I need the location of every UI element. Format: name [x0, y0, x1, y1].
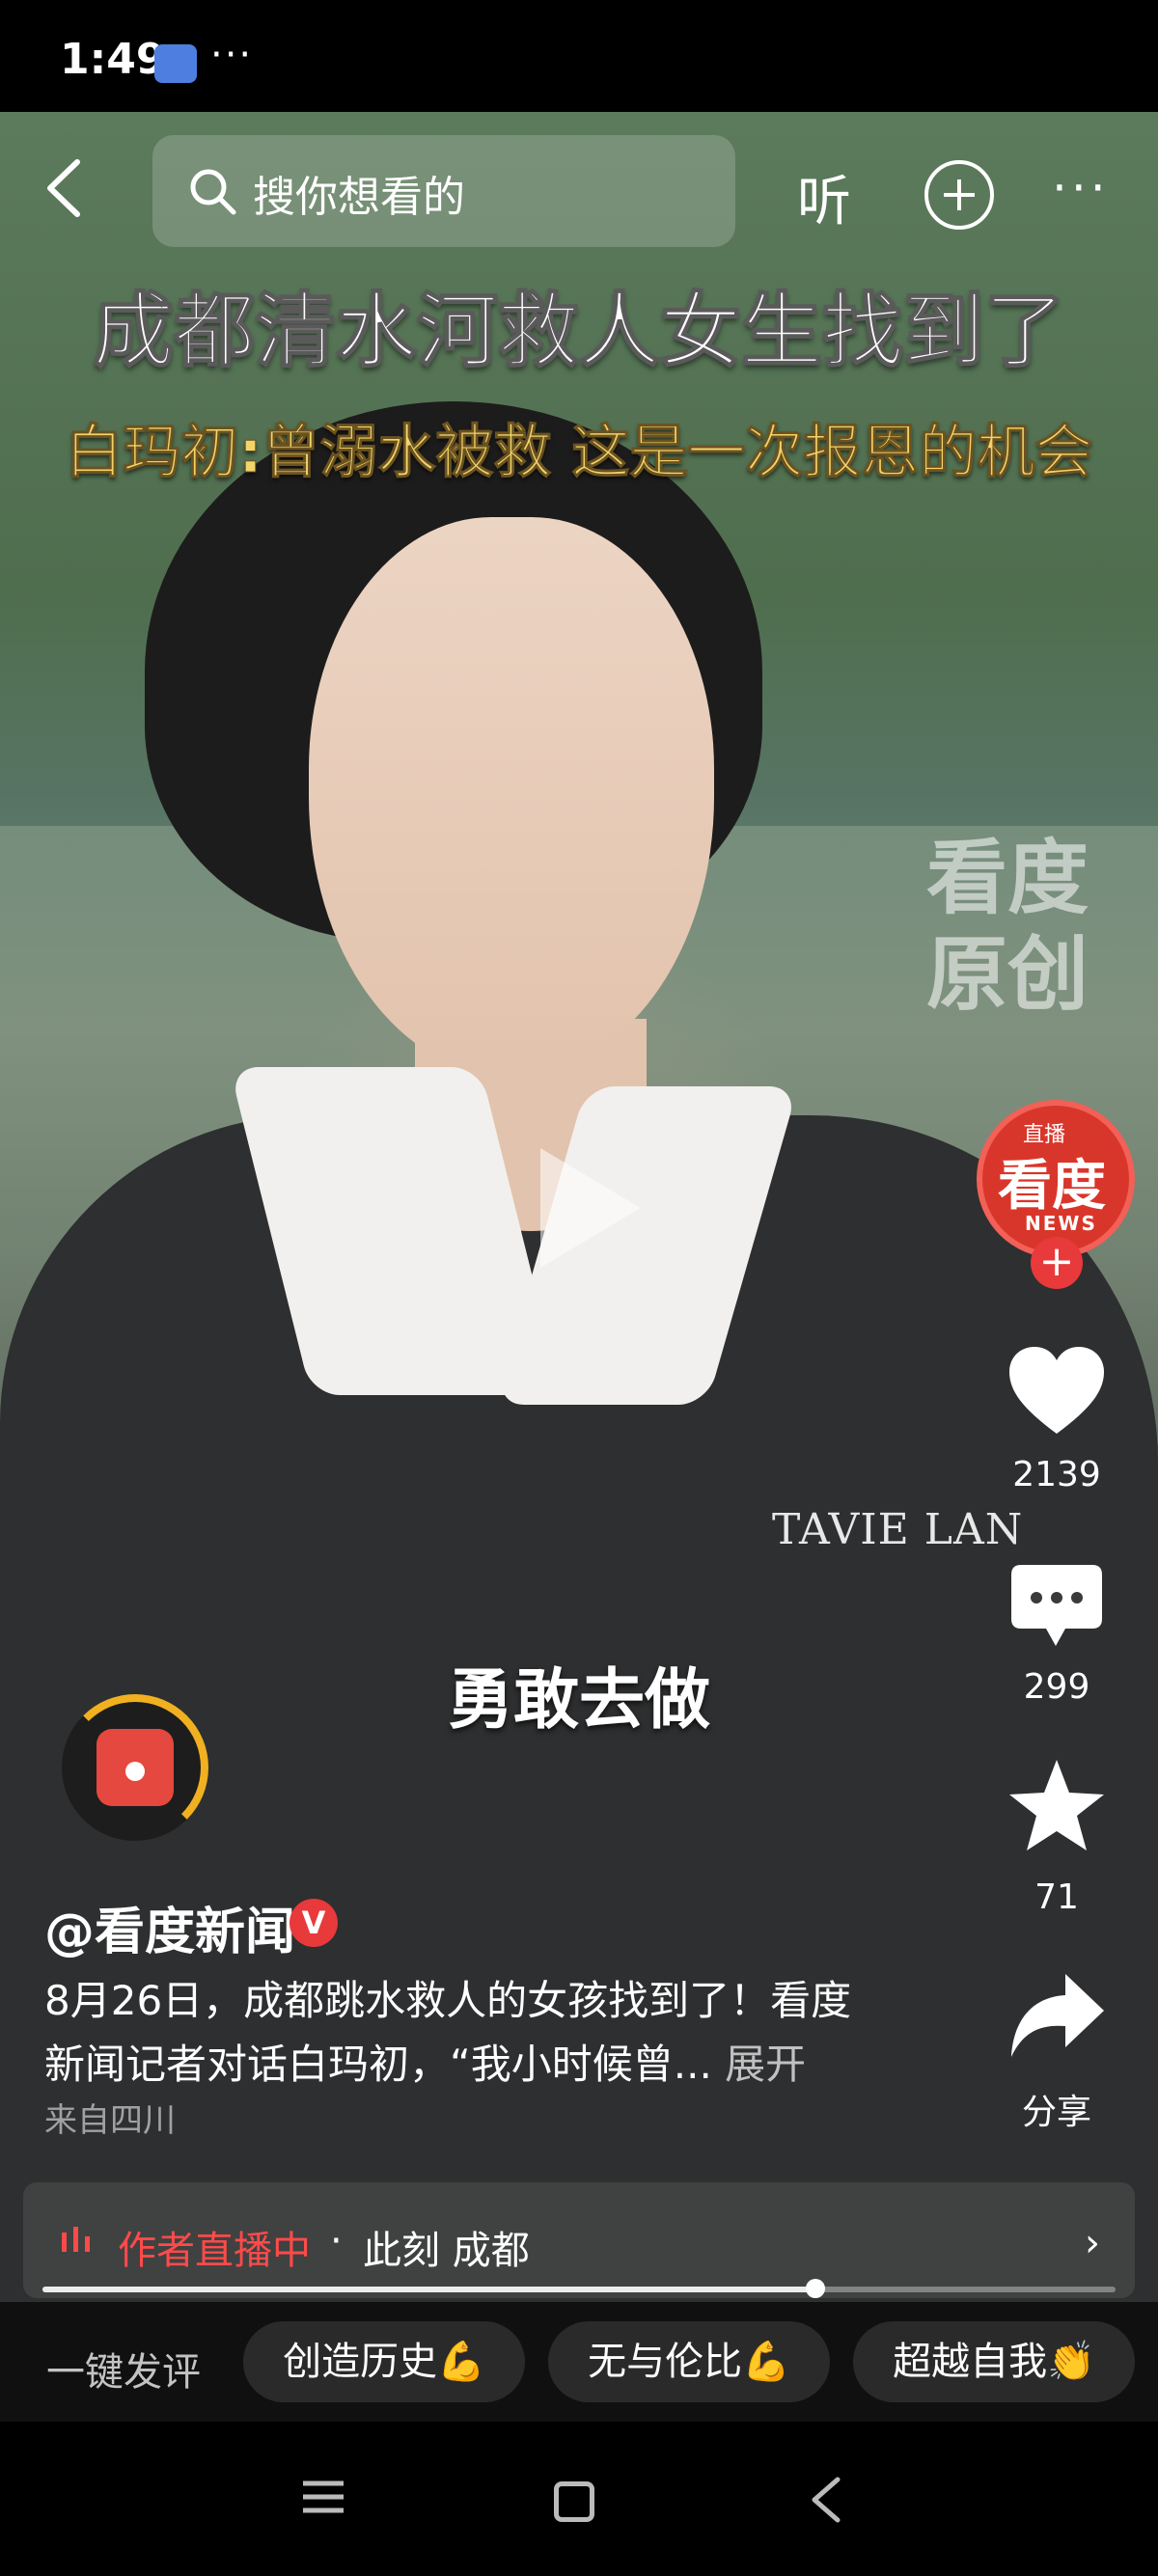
like-heart-icon[interactable] [1004, 1339, 1110, 1445]
avatar-logo-text: 看度 [998, 1155, 1106, 1218]
status-time: 1:49 [60, 35, 166, 84]
video-progress-fill [42, 2287, 815, 2292]
location-text: 来自四川 [44, 2101, 176, 2140]
post-description: 8月26日，成都跳水救人的女孩找到了！看度 [44, 1977, 852, 2024]
follow-button[interactable]: + [1031, 1237, 1083, 1289]
quick-comment-chip[interactable]: 无与伦比💪 [548, 2321, 830, 2402]
listen-button[interactable]: 听 [797, 158, 851, 236]
live-status-label: 作者直播中 [118, 2229, 311, 2273]
quick-comment-chip[interactable]: 超越自我👏 [853, 2321, 1135, 2402]
status-more-icon: ··· [210, 33, 254, 77]
live-bars-icon [62, 2227, 90, 2252]
post-description-continued: 新闻记者对话白玛初，“我小时候曾... 展开 [44, 2032, 806, 2091]
quick-comment-label: 一键发评 [46, 2350, 201, 2395]
play-icon[interactable] [540, 1148, 641, 1268]
author-name[interactable]: @看度新闻 [44, 1891, 295, 1963]
favorite-star-icon[interactable] [1004, 1754, 1110, 1860]
like-count: 2139 [1012, 1455, 1101, 1494]
post-description-text: 新闻记者对话白玛初，“我小时候曾... [44, 2041, 712, 2088]
verified-badge: V [290, 1899, 338, 1947]
quick-comment-chip[interactable]: 创造历史💪 [243, 2321, 525, 2402]
search-input[interactable]: 搜你想看的 [253, 162, 465, 224]
chevron-right-icon: › [1085, 2221, 1100, 2265]
live-location: 此刻 成都 [363, 2229, 530, 2273]
comment-icon[interactable] [1007, 1559, 1106, 1656]
favorite-count: 71 [1034, 1877, 1079, 1917]
shirt-print-text: TAVIE LAN [772, 1505, 1024, 1554]
live-separator: · [330, 2219, 343, 2263]
expand-link[interactable]: 展开 [725, 2041, 806, 2088]
app-notification-icon [154, 44, 197, 83]
video-headline-title: 成都清水河救人女生找到了 [92, 283, 1066, 379]
more-options-button[interactable]: ··· [1052, 160, 1110, 216]
watermark-line: 原创 [926, 927, 1089, 1022]
video-progress-thumb[interactable] [805, 2279, 825, 2298]
back-button[interactable] [39, 154, 96, 222]
video-headline-subtitle: 白玛初:曾溺水被救 这是一次报恩的机会 [65, 419, 1093, 487]
share-arrow-icon[interactable] [1007, 1968, 1108, 2065]
back-nav-icon[interactable] [807, 2476, 845, 2524]
add-icon[interactable] [924, 160, 994, 230]
video-watermark: 看度 原创 [926, 830, 1089, 1023]
video-subject-face [309, 517, 714, 1077]
avatar-logo-subtext: NEWS [1025, 1212, 1097, 1235]
home-icon[interactable] [554, 2481, 594, 2522]
music-disc-dot [125, 1762, 145, 1781]
search-icon [190, 169, 236, 215]
share-label: 分享 [1021, 2093, 1091, 2132]
watermark-line: 看度 [926, 831, 1089, 925]
recent-apps-icon[interactable] [301, 2480, 345, 2514]
comment-count: 299 [1023, 1667, 1090, 1707]
